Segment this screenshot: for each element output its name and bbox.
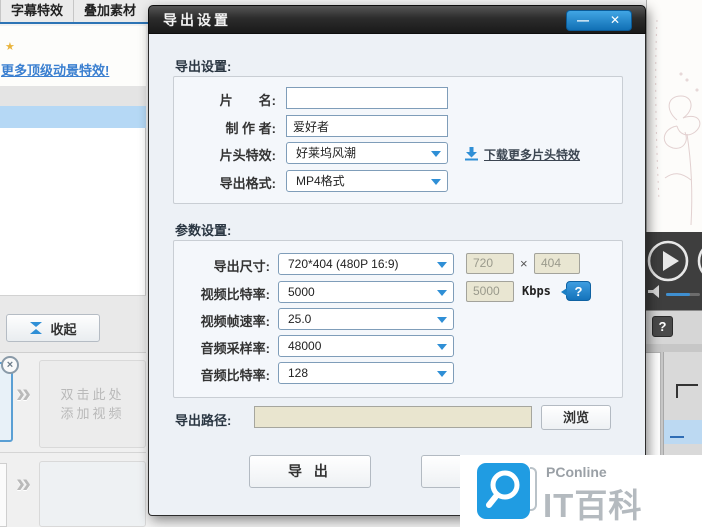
multiply-sign: × <box>520 256 528 271</box>
star-icon: ★ <box>5 41 15 53</box>
chevron-down-icon <box>437 317 447 323</box>
export-section-heading: 导出设置: <box>175 59 232 74</box>
chevron-right-icon: » <box>16 468 32 498</box>
film-name-input[interactable] <box>286 87 448 109</box>
remove-clip-icon[interactable]: × <box>1 356 19 374</box>
bitrate-locked-field: 5000 <box>466 281 514 302</box>
more-effects-link[interactable]: 更多顶级动景特效! <box>1 60 109 79</box>
volume-slider-fill <box>666 293 690 296</box>
volume-icon[interactable] <box>648 285 659 298</box>
preview-flower-sketch <box>655 19 701 226</box>
creator-label: 制 作 者: <box>225 121 276 136</box>
video-bitrate-label: 视频比特率: <box>200 287 270 302</box>
frame-rate-value: 25.0 <box>288 312 312 326</box>
intro-effect-label: 片头特效: <box>219 148 276 163</box>
export-size-select[interactable]: 720*404 (480P 16:9) <box>278 253 454 275</box>
download-more-intro-effects-link[interactable]: 下载更多片头特效 <box>484 146 580 163</box>
creator-input[interactable] <box>286 115 448 137</box>
timeline-clip-thumbnail[interactable] <box>0 362 13 442</box>
player-controls-bar <box>646 232 702 310</box>
collapse-label: 收起 <box>50 321 77 337</box>
minimize-button[interactable]: — <box>567 11 599 30</box>
add-video-text-line1: 双击此处 <box>60 387 125 402</box>
link-underline-fragment <box>670 436 684 438</box>
chevron-down-icon <box>437 290 447 296</box>
chevron-down-icon <box>437 262 447 268</box>
export-size-label: 导出尺寸: <box>213 259 270 274</box>
frame-rate-select[interactable]: 25.0 <box>278 308 454 330</box>
effects-list-body <box>0 128 146 295</box>
export-format-select[interactable]: MP4格式 <box>286 170 448 192</box>
chevron-down-icon <box>431 179 441 185</box>
export-settings-dialog: 导出设置 — ✕ 导出设置: 片 名: 制 作 者: 片头特效: <box>148 5 646 516</box>
intro-effect-value: 好莱坞风潮 <box>296 146 357 160</box>
export-button[interactable]: 导 出 <box>249 455 371 488</box>
help-button[interactable]: ? <box>652 316 673 337</box>
timeline-clip-thumbnail-2[interactable] <box>0 463 7 527</box>
size-width-field: 720 <box>466 253 514 274</box>
sample-rate-value: 48000 <box>288 339 322 353</box>
bitrate-help-button[interactable]: ? <box>561 281 591 301</box>
audio-bitrate-value: 128 <box>288 366 309 380</box>
close-button[interactable]: ✕ <box>599 11 631 30</box>
watermark-title: IT百科 <box>543 487 643 524</box>
sample-rate-select[interactable]: 48000 <box>278 335 454 357</box>
window-controls: — ✕ <box>566 10 632 31</box>
audio-bitrate-label: 音频比特率: <box>200 368 270 383</box>
chevron-down-icon <box>437 344 447 350</box>
tab-overlay-material[interactable]: 叠加素材 <box>73 0 146 22</box>
frame-rate-label: 视频帧速率: <box>200 314 270 329</box>
export-size-value: 720*404 (480P 16:9) <box>288 257 399 271</box>
params-settings-group: 导出尺寸: 720*404 (480P 16:9) 720 × 404 视频比特… <box>173 240 623 398</box>
collapse-icon <box>30 322 43 334</box>
export-path-input[interactable] <box>254 406 532 428</box>
video-bitrate-select[interactable]: 5000 <box>278 281 454 303</box>
intro-effect-select[interactable]: 好莱坞风潮 <box>286 142 448 164</box>
list-selected-row-fragment[interactable] <box>664 420 702 444</box>
effects-tab-bar: 字幕特效 叠加素材 <box>0 0 160 24</box>
film-name-label: 片 名: <box>219 93 276 108</box>
tab-subtitle-effects[interactable]: 字幕特效 <box>0 0 73 22</box>
chevron-down-icon <box>437 371 447 377</box>
collapse-button[interactable]: 收起 <box>6 314 100 342</box>
dialog-title: 导出设置 <box>163 12 231 28</box>
page-fold-decoration <box>530 467 537 511</box>
list-item-fragment <box>676 384 698 398</box>
browse-button[interactable]: 浏览 <box>541 405 611 430</box>
add-video-text-line2: 添加视频 <box>60 406 125 421</box>
chevron-down-icon <box>431 151 441 157</box>
app-window: 字幕特效 叠加素材 ★ 更多顶级动景特效! 收起 × » 双击此处 添加视频 » <box>0 0 702 527</box>
export-settings-group: 片 名: 制 作 者: 片头特效: 好莱坞风潮 <box>173 76 623 204</box>
dialog-body: 导出设置: 片 名: 制 作 者: 片头特效: 好莱坞风潮 <box>148 34 646 516</box>
bitrate-unit: Kbps <box>522 284 551 298</box>
dialog-title-bar[interactable]: 导出设置 — ✕ <box>148 5 646 34</box>
size-height-field: 404 <box>534 253 580 274</box>
magnifier-logo-icon <box>477 463 537 519</box>
effects-list-row[interactable] <box>0 86 146 106</box>
sample-rate-label: 音频采样率: <box>200 341 270 356</box>
audio-bitrate-select[interactable]: 128 <box>278 362 454 384</box>
download-icon <box>465 147 478 161</box>
effects-list-panel: ★ 更多顶级动景特效! <box>0 26 146 86</box>
params-section-heading: 参数设置: <box>175 223 232 238</box>
export-format-value: MP4格式 <box>296 174 345 188</box>
add-video-dropzone-2[interactable] <box>39 461 146 527</box>
export-path-label: 导出路径: <box>175 413 232 428</box>
export-format-label: 导出格式: <box>219 176 276 191</box>
video-preview-area <box>646 0 702 232</box>
watermark-brand: PConline <box>546 464 607 480</box>
video-bitrate-value: 5000 <box>288 285 315 299</box>
effects-list-selected-row[interactable] <box>0 106 146 128</box>
watermark-panel: PConline IT百科 <box>460 455 702 527</box>
chevron-right-icon: » <box>16 378 32 408</box>
add-video-dropzone[interactable]: 双击此处 添加视频 <box>39 360 146 448</box>
play-button-icon[interactable] <box>647 240 689 282</box>
timeline-divider <box>0 452 146 453</box>
